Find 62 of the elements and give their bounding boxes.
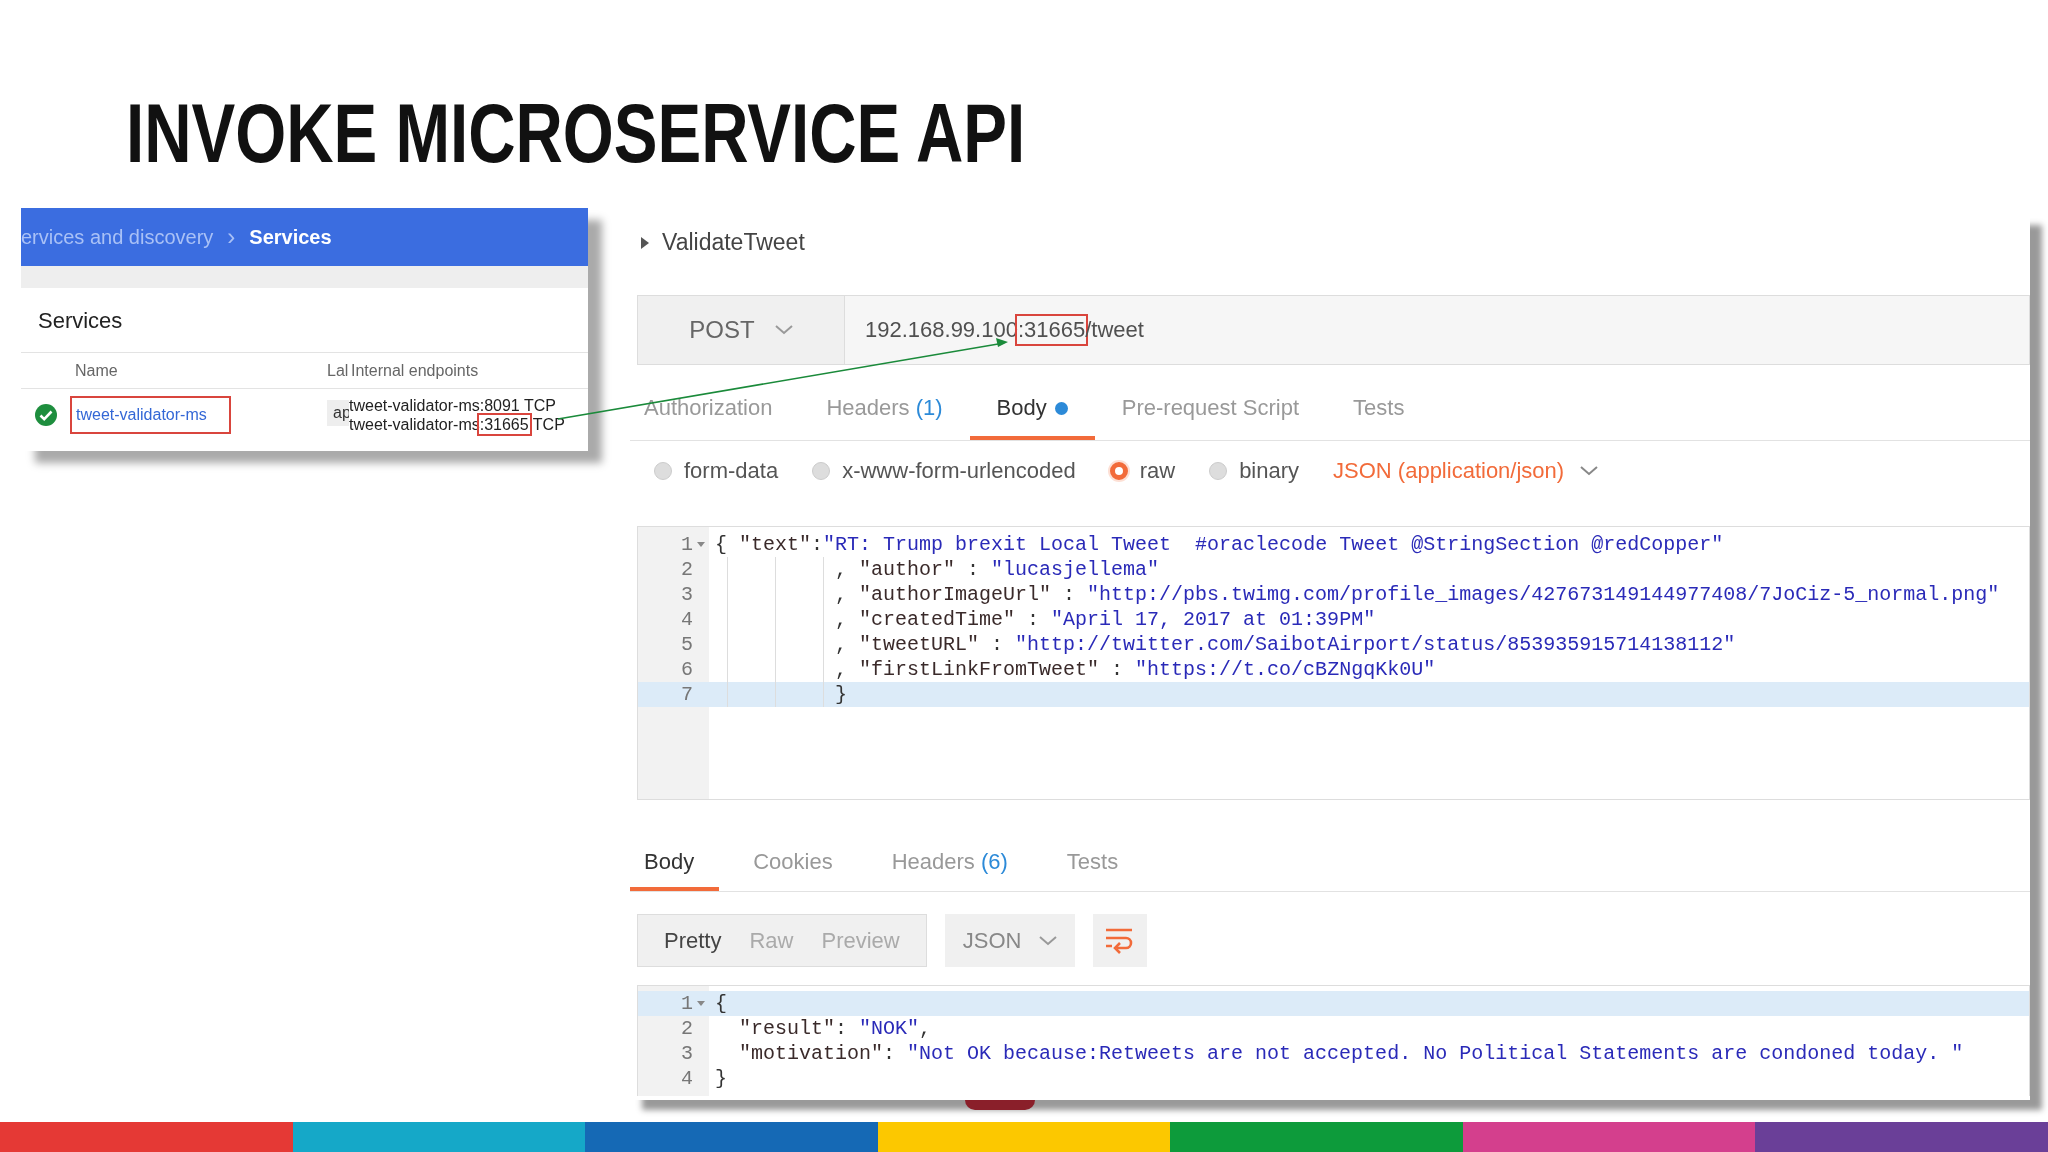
radio-label: raw <box>1139 458 1176 484</box>
column-header: Name <box>74 361 119 380</box>
service-link[interactable]: tweet-validator-ms <box>70 396 231 434</box>
radio-button[interactable] <box>654 462 672 480</box>
card-title: Services <box>21 288 588 353</box>
code-line: "result": "NOK", <box>738 1016 933 1041</box>
view-mode-tab[interactable]: Raw <box>735 915 808 966</box>
format-dropdown[interactable]: JSON <box>944 914 1076 967</box>
line-number: 5 <box>680 632 694 657</box>
url-text: 192.168.99.100 <box>865 317 1018 343</box>
line-number: 2 <box>680 1016 694 1041</box>
code-editor[interactable] <box>637 526 2030 800</box>
line-number: 1 <box>638 532 709 557</box>
radio-button[interactable] <box>1209 462 1228 480</box>
radio-label: form-data <box>684 458 779 484</box>
code-line: } <box>714 1066 728 1091</box>
endpoint-text: tweet-validator-ms:8091 TCP <box>349 397 556 414</box>
radio-button[interactable] <box>1109 462 1128 480</box>
method-dropdown[interactable]: POST <box>637 295 845 365</box>
code-line: "motivation": "Not OK because:Retweets are not accepted. No Political Statements are condoned today. " <box>738 1041 1965 1066</box>
code-line: { "text":"RT: Trump brexit Local Tweet #oraclecode Tweet @StringSection @redCopper" <box>714 532 1725 557</box>
request-tab[interactable]: Body <box>969 380 1095 440</box>
expand-triangle-icon <box>640 235 650 250</box>
url-text: :31665 <box>1017 317 1086 343</box>
endpoint-text: :31665 <box>479 416 529 433</box>
endpoint-text: TCP <box>531 416 565 433</box>
request-tab[interactable]: Authorization <box>630 380 800 440</box>
breadcrumb-separator: › <box>227 223 236 251</box>
breadcrumb-link[interactable]: ervices and discovery <box>21 225 214 249</box>
slide-title: INVOKE MICROSERVICE API <box>126 90 1026 176</box>
line-number: 1 <box>638 991 709 1016</box>
line-number: 6 <box>680 657 694 682</box>
wrap-button[interactable] <box>1093 914 1148 967</box>
emblem-shape <box>965 1100 1035 1110</box>
radio-label: binary <box>1239 458 1300 484</box>
line-number: 4 <box>680 1066 694 1091</box>
chevron-down-icon <box>1580 466 1599 476</box>
line-number: 3 <box>680 1041 694 1066</box>
chevron-down-icon <box>1039 935 1058 946</box>
column-header: Internal endpoints <box>350 361 480 380</box>
response-tab[interactable]: Cookies <box>739 836 858 891</box>
endpoint-text: tweet-validator-ms <box>349 416 480 433</box>
code-editor[interactable]: 1 2 3 4 { "result": "NOK", "motivation": "Not OK because:Retweets are not accepted. No Political Statements are condoned today. " } <box>637 985 2030 1096</box>
chevron-down-icon <box>774 325 793 335</box>
view-mode-tab[interactable]: Preview <box>807 915 914 966</box>
request-tab[interactable]: Headers (1) <box>799 380 970 440</box>
line-number: 2 <box>680 557 694 582</box>
response-tab[interactable]: Body <box>630 836 720 891</box>
radio-button[interactable] <box>812 462 831 480</box>
view-mode-tab[interactable]: Pretty <box>650 915 736 966</box>
line-number: 4 <box>680 607 694 632</box>
request-tab[interactable]: Pre-request Script <box>1094 380 1327 440</box>
response-tab[interactable]: Headers (6) <box>877 836 1033 891</box>
column-header: Lal <box>327 361 349 380</box>
line-number: 7 <box>638 682 709 707</box>
request-name: ValidateTweet <box>662 229 805 256</box>
request-tab[interactable]: Tests <box>1326 380 1432 440</box>
breadcrumb-link[interactable]: Services <box>249 225 332 249</box>
line-number: 3 <box>680 582 694 607</box>
radio-label: x-www-form-urlencoded <box>842 458 1076 484</box>
content-type-dropdown[interactable]: JSON (application/json) <box>1333 458 1599 484</box>
response-tab[interactable]: Tests <box>1052 836 1144 891</box>
